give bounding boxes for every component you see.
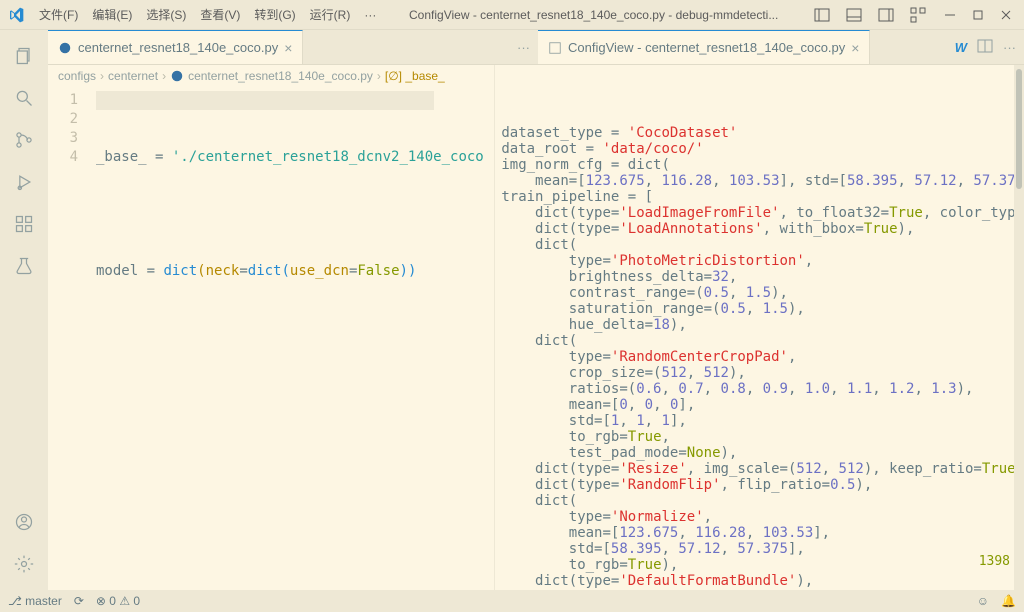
testing-icon[interactable] — [0, 246, 48, 286]
sync-icon[interactable]: ⟳ — [74, 594, 84, 608]
menu-select[interactable]: 选择(S) — [139, 0, 193, 29]
tab-label: centernet_resnet18_140e_coco.py — [78, 40, 278, 55]
maximize-button[interactable] — [964, 1, 992, 29]
menu-view[interactable]: 查看(V) — [193, 0, 247, 29]
layout-right-icon[interactable] — [872, 1, 900, 29]
python-file-icon — [170, 69, 184, 83]
editor-area: centernet_resnet18_140e_coco.py × ··· Co… — [48, 30, 1024, 590]
body: centernet_resnet18_140e_coco.py × ··· Co… — [0, 30, 1024, 590]
tab-actions-right: W ··· — [947, 30, 1024, 64]
pane-row: configs› centernet› centernet_resnet18_1… — [48, 65, 1024, 590]
layout-toggle-icon[interactable] — [808, 1, 836, 29]
menu-file[interactable]: 文件(F) — [32, 0, 85, 29]
more-icon[interactable]: ··· — [517, 40, 530, 55]
menu-edit[interactable]: 编辑(E) — [85, 0, 139, 29]
activity-bar — [0, 30, 48, 590]
explorer-icon[interactable] — [0, 36, 48, 76]
statusbar: ⎇ master ⟳ ⊗ 0 ⚠ 0 ☺ 🔔 — [0, 590, 1024, 612]
editor-left: configs› centernet› centernet_resnet18_1… — [48, 65, 495, 590]
notifications-icon[interactable]: 🔔 — [1001, 594, 1016, 608]
tab-label: ConfigView - centernet_resnet18_140e_coc… — [568, 40, 845, 55]
titlebar: 文件(F) 编辑(E) 选择(S) 查看(V) 转到(G) 运行(R) ··· … — [0, 0, 1024, 30]
gutter: 1 2 3 4 — [48, 87, 96, 590]
settings-icon[interactable] — [0, 544, 48, 584]
scrollbar[interactable] — [1014, 65, 1024, 590]
title-controls — [804, 1, 1024, 29]
tab-left[interactable]: centernet_resnet18_140e_coco.py × — [48, 30, 303, 64]
split-icon[interactable] — [977, 38, 993, 57]
config-file-icon — [548, 41, 562, 55]
code-editor-left[interactable]: 1 2 3 4 _base_ = './centernet_resnet18_d… — [48, 87, 494, 590]
problems-indicator[interactable]: ⊗ 0 ⚠ 0 — [96, 594, 140, 608]
customize-layout-icon[interactable] — [904, 1, 932, 29]
line-count-badge: 1398 — [979, 554, 1010, 570]
search-icon[interactable] — [0, 78, 48, 118]
close-icon[interactable]: × — [284, 40, 292, 56]
tab-actions-left: ··· — [509, 30, 538, 64]
tab-right[interactable]: ConfigView - centernet_resnet18_140e_coc… — [538, 30, 870, 64]
close-button[interactable] — [992, 1, 1020, 29]
menu-bar: 文件(F) 编辑(E) 选择(S) 查看(V) 转到(G) 运行(R) ··· — [32, 0, 383, 29]
wakatime-icon[interactable]: W — [955, 40, 967, 55]
menu-goto[interactable]: 转到(G) — [247, 0, 302, 29]
menu-run[interactable]: 运行(R) — [303, 0, 358, 29]
config-view-content[interactable]: dataset_type = 'CocoDataset'data_root = … — [495, 87, 1024, 590]
extensions-icon[interactable] — [0, 204, 48, 244]
editor-right: dataset_type = 'CocoDataset'data_root = … — [495, 65, 1024, 590]
window-title: ConfigView - centernet_resnet18_140e_coc… — [383, 8, 804, 22]
source-control-icon[interactable] — [0, 120, 48, 160]
more-icon[interactable]: ··· — [1003, 40, 1016, 55]
tabs-row: centernet_resnet18_140e_coco.py × ··· Co… — [48, 30, 1024, 65]
feedback-icon[interactable]: ☺ — [977, 594, 989, 608]
layout-panel-icon[interactable] — [840, 1, 868, 29]
branch-indicator[interactable]: ⎇ master — [8, 594, 62, 608]
minimize-button[interactable] — [936, 1, 964, 29]
run-debug-icon[interactable] — [0, 162, 48, 202]
accounts-icon[interactable] — [0, 502, 48, 542]
python-file-icon — [58, 41, 72, 55]
vscode-icon — [8, 7, 24, 23]
close-icon[interactable]: × — [851, 40, 859, 56]
menu-more[interactable]: ··· — [357, 0, 383, 29]
breadcrumb[interactable]: configs› centernet› centernet_resnet18_1… — [48, 65, 494, 87]
